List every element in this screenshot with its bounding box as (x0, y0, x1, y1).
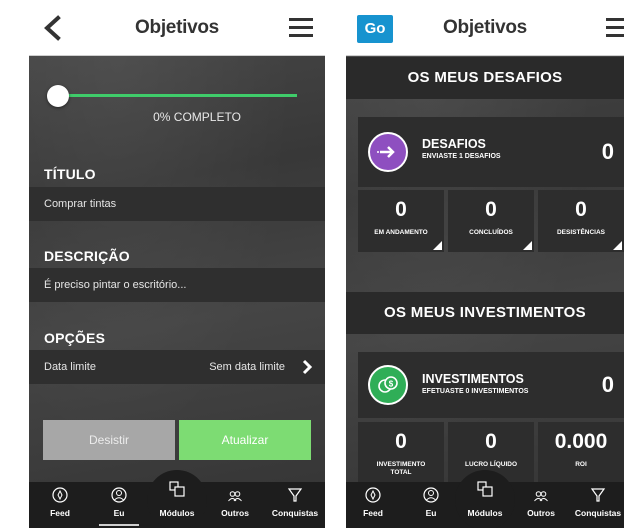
page-title: Objetivos (443, 17, 527, 38)
nav-item-eu[interactable]: Eu (89, 486, 149, 518)
desafios-section-title: OS MEUS DESAFIOS (346, 57, 624, 99)
opcoes-heading: OPÇÕES (44, 330, 106, 346)
svg-text:$: $ (389, 380, 394, 389)
titulo-heading: TÍTULO (44, 166, 96, 182)
stat-value: 0 (395, 430, 407, 453)
stat-label: ROI (575, 461, 587, 468)
data-limite-value: Sem data limite (209, 361, 285, 373)
nav-label-feed: Feed (363, 508, 383, 518)
nav-label-conquistas: Conquistas (574, 508, 622, 518)
stat-label: DESISTÊNCIAS (556, 229, 606, 236)
nav-label-outros: Outros (221, 508, 249, 518)
stat-value: 0 (485, 198, 497, 221)
nav-label-conquistas: Conquistas (271, 508, 319, 518)
atualizar-button[interactable]: Atualizar (179, 420, 311, 460)
hamburger-menu-icon[interactable] (289, 18, 313, 38)
nav-item-conquistas[interactable]: Conquistas (568, 486, 624, 518)
user-icon (423, 487, 439, 503)
nav-label-outros: Outros (527, 508, 555, 518)
screen-objetivo-detail: Objetivos 0% COMPLETO TÍTULO Comprar tin… (29, 0, 325, 528)
nav-label-modulos: Módulos (467, 508, 503, 518)
descricao-heading: DESCRIÇÃO (44, 248, 130, 264)
stat-roi[interactable]: 0.000 ROI (538, 422, 624, 484)
stat-em-andamento[interactable]: 0 EM ANDAMENTO (358, 190, 444, 252)
stat-label: LUCRO LÍQUIDO (465, 461, 517, 468)
desistir-button[interactable]: Desistir (43, 420, 175, 460)
nav-item-outros[interactable]: Outros (205, 486, 265, 518)
desafios-subtitle: ENVIASTE 1 DESAFIOS (422, 153, 501, 160)
bottom-nav: Feed Eu Módulos Outros Conquistas (29, 470, 325, 528)
stat-label-line2: TOTAL (390, 469, 412, 476)
data-limite-row[interactable]: Data limite Sem data limite (29, 350, 325, 384)
data-limite-label: Data limite (44, 361, 96, 373)
modules-icon (169, 481, 185, 497)
nav-item-outros[interactable]: Outros (511, 486, 571, 518)
desafios-card[interactable]: DESAFIOS ENVIASTE 1 DESAFIOS 0 (358, 117, 624, 187)
active-tab-indicator (99, 524, 139, 526)
money-icon: $ (368, 365, 408, 405)
user-icon (111, 487, 127, 503)
progress-slider-handle[interactable] (47, 85, 69, 107)
descricao-value: É preciso pintar o escritório... (44, 279, 187, 291)
compass-icon (365, 487, 381, 503)
nav-item-feed[interactable]: Feed (30, 486, 90, 518)
nav-item-feed[interactable]: Feed (346, 486, 403, 518)
stat-label: INVESTIMENTO TOTAL (358, 461, 444, 477)
desafios-icon (368, 132, 408, 172)
corner-indicator (433, 241, 442, 250)
nav-label-modulos: Módulos (159, 508, 195, 518)
stat-label: CONCLUÍDOS (469, 229, 513, 236)
top-bar: Objetivos (29, 0, 325, 56)
trophy-icon (590, 488, 606, 502)
stat-value: 0 (485, 430, 497, 453)
compass-icon (52, 487, 68, 503)
top-bar: Go Objetivos (346, 0, 624, 56)
progress-label: 0% COMPLETO (153, 110, 241, 124)
screen-objetivos-overview: Go Objetivos OS MEUS DESAFIOS DESAFIOS E… (346, 0, 624, 528)
nav-label-eu: Eu (425, 508, 437, 518)
investimentos-count: 0 (601, 372, 614, 397)
stat-label: EM ANDAMENTO (374, 229, 428, 236)
bottom-nav: Feed Eu Módulos Outros Conquistas (346, 470, 624, 528)
stat-concluidos[interactable]: 0 CONCLUÍDOS (448, 190, 534, 252)
corner-indicator (613, 241, 622, 250)
desafios-title: DESAFIOS (422, 137, 486, 151)
stat-investimento-total[interactable]: 0 INVESTIMENTO TOTAL (358, 422, 444, 484)
investimentos-section-title: OS MEUS INVESTIMENTOS (346, 292, 624, 334)
titulo-field[interactable]: Comprar tintas (29, 187, 325, 221)
progress-track[interactable] (57, 94, 297, 97)
nav-item-modulos[interactable]: Módulos (147, 480, 207, 518)
investimentos-subtitle: EFETUASTE 0 INVESTIMENTOS (422, 388, 529, 395)
people-icon (534, 491, 548, 502)
modules-icon (477, 481, 493, 497)
investimentos-title: INVESTIMENTOS (422, 372, 524, 386)
chevron-right-icon (302, 359, 313, 375)
nav-label-eu: Eu (113, 508, 125, 518)
desafios-count: 0 (601, 139, 614, 164)
stat-value: 0 (575, 198, 587, 221)
investimentos-card[interactable]: $ INVESTIMENTOS EFETUASTE 0 INVESTIMENTO… (358, 352, 624, 418)
stat-label-line1: INVESTIMENTO (376, 461, 426, 468)
nav-item-eu[interactable]: Eu (401, 486, 461, 518)
nav-item-modulos[interactable]: Módulos (455, 480, 515, 518)
trophy-icon (287, 488, 303, 502)
stat-value: 0.000 (554, 430, 608, 453)
corner-indicator (523, 241, 532, 250)
descricao-field[interactable]: É preciso pintar o escritório... (29, 268, 325, 302)
nav-label-feed: Feed (50, 508, 70, 518)
nav-item-conquistas[interactable]: Conquistas (265, 486, 325, 518)
titulo-value: Comprar tintas (44, 198, 117, 210)
page-title: Objetivos (135, 17, 219, 38)
stat-desistencias[interactable]: 0 DESISTÊNCIAS (538, 190, 624, 252)
stat-value: 0 (395, 198, 407, 221)
people-icon (228, 491, 242, 502)
hamburger-menu-icon[interactable] (606, 18, 624, 38)
